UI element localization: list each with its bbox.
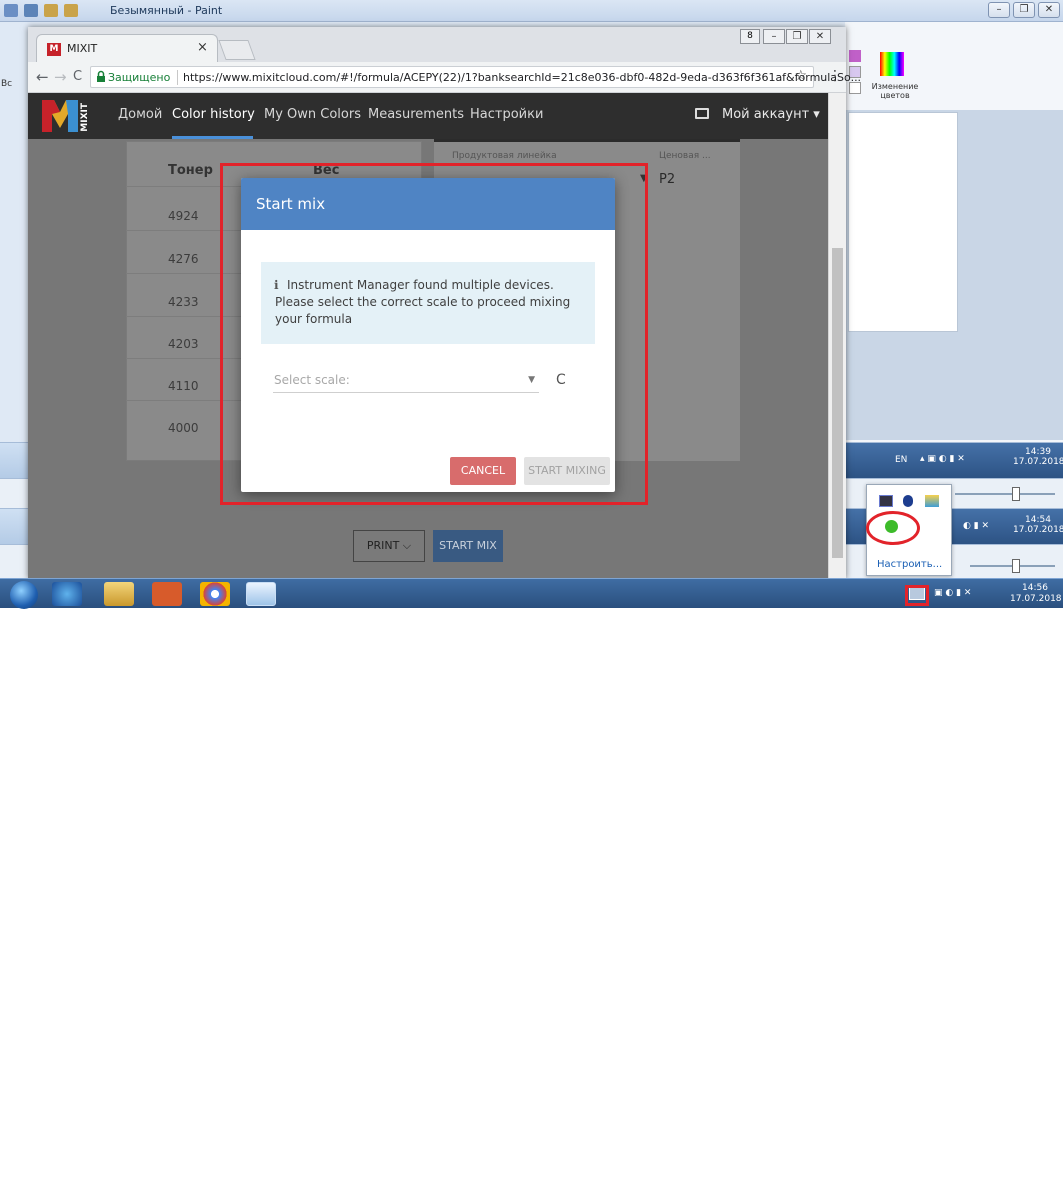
clock-time-1: 14:39 — [1025, 447, 1051, 457]
clock-time-2: 14:54 — [1025, 515, 1051, 525]
table-header-toner: Тонер — [168, 163, 213, 178]
chrome-icon[interactable] — [200, 582, 230, 606]
paint-left-label: Вс — [1, 79, 13, 89]
tray-clock-1[interactable]: 14:39 17.07.2018 — [1013, 447, 1063, 467]
tab-strip: M MIXIT × 8 – ❐ ✕ — [28, 27, 846, 62]
account-menu[interactable]: Мой аккаунт ▾ — [722, 107, 820, 122]
nested-slider-track-1 — [955, 493, 1055, 495]
tray-icons-1[interactable]: ▴ ▣ ◐ ▮ ✕ — [920, 454, 965, 464]
ie-icon[interactable] — [52, 582, 82, 606]
tab-close-icon[interactable]: × — [197, 40, 208, 55]
table-row: 4924 — [168, 209, 199, 223]
tray-lang[interactable]: EN — [883, 1168, 895, 1178]
monitor-icon[interactable] — [695, 108, 709, 119]
scrollbar-thumb[interactable] — [832, 248, 843, 558]
active-nav-indicator — [172, 136, 253, 139]
table-row: 4110 — [168, 379, 199, 393]
logo-text: MIXIT — [80, 103, 90, 132]
price-label: Ценовая ... — [659, 151, 711, 161]
nested-slider-thumb-1[interactable] — [1012, 487, 1020, 501]
table-row: 4276 — [168, 252, 199, 266]
customize-link[interactable]: Настроить... — [877, 559, 942, 570]
omnibox-separator — [177, 70, 178, 85]
nav-my-own-colors[interactable]: My Own Colors — [264, 107, 361, 122]
tray-icons-2[interactable]: ◐ ▮ ✕ — [963, 521, 989, 531]
address-bar[interactable]: Защищено https://www.mixitcloud.com/#!/f… — [90, 66, 861, 88]
nav-color-history[interactable]: Color history — [172, 107, 255, 122]
paint-minimize-button[interactable]: – — [988, 2, 1010, 18]
clock-date-2: 17.07.2018 — [1013, 525, 1063, 535]
tray-clock-3[interactable]: 14:56 17.07.2018 — [1010, 583, 1062, 605]
table-row: 4000 — [168, 421, 199, 435]
bluetooth-icon[interactable] — [903, 495, 913, 507]
table-row: 4233 — [168, 295, 199, 309]
redo-icon[interactable] — [64, 4, 78, 17]
nested-slider-thumb-2[interactable] — [1012, 559, 1020, 573]
reload-icon[interactable]: C — [73, 69, 82, 84]
tab-title: MIXIT — [67, 42, 98, 55]
tab-mixit[interactable]: M MIXIT × — [36, 34, 218, 62]
tray-icons-3[interactable]: ▣ ◐ ▮ ✕ — [934, 588, 971, 598]
annotation-circle — [866, 511, 920, 545]
tray-app-icon-1[interactable] — [879, 495, 893, 507]
lock-icon — [97, 70, 105, 82]
browser-minimize-button[interactable]: – — [763, 29, 785, 44]
tray-clock-2[interactable]: 14:54 17.07.2018 — [1013, 515, 1063, 535]
paint-canvas[interactable] — [848, 112, 958, 332]
clock-date-1: 17.07.2018 — [1013, 457, 1063, 467]
nav-home[interactable]: Домой — [118, 107, 162, 122]
page-scrollbar[interactable] — [828, 93, 846, 579]
details-card-top-border — [434, 139, 740, 142]
browser-toolbar: ← → C Защищено https://www.mixitcloud.co… — [28, 62, 861, 93]
mixit-logo-icon — [42, 100, 78, 132]
nav-measurements[interactable]: Measurements — [368, 107, 464, 122]
paint-taskbar-icon[interactable] — [246, 582, 276, 606]
product-line-label: Продуктовая линейка — [452, 151, 557, 161]
nav-settings[interactable]: Настройки — [470, 107, 543, 122]
clock-time-3: 14:56 — [1022, 583, 1048, 593]
edit-colors-label[interactable]: Изменение цветов — [867, 82, 923, 100]
tray-app-icon-2[interactable] — [925, 495, 939, 507]
browser-restore-button[interactable]: ❐ — [786, 29, 808, 44]
browser-menu-icon[interactable]: ⋮ — [828, 68, 842, 84]
bookmark-star-icon[interactable]: ☆ — [794, 68, 807, 84]
forward-icon[interactable]: → — [54, 68, 67, 86]
paint-restore-button[interactable]: ❐ — [1013, 2, 1035, 18]
annotation-square — [905, 585, 929, 606]
url-text[interactable]: https://www.mixitcloud.com/#!/formula/AC… — [183, 71, 861, 84]
profile-icon[interactable]: 8 — [740, 29, 760, 44]
explorer-icon[interactable] — [104, 582, 134, 606]
undo-icon[interactable] — [44, 4, 58, 17]
browser-close-button[interactable]: ✕ — [809, 29, 831, 44]
site-navbar: MIXIT Домой Color history My Own Colors … — [28, 93, 828, 139]
table-row: 4203 — [168, 337, 199, 351]
secure-label: Защищено — [108, 71, 171, 84]
clock-date-3: 17.07.2018 — [1010, 594, 1062, 604]
back-icon[interactable]: ← — [36, 68, 49, 86]
paint-close-button[interactable]: ✕ — [1038, 2, 1060, 18]
mixit-logo[interactable]: MIXIT — [42, 100, 90, 132]
new-tab-button[interactable] — [218, 40, 256, 60]
price-value[interactable]: P2 — [659, 172, 675, 187]
nested-tray-1: EN ▴ ▣ ◐ ▮ ✕ 14:39 17.07.2018 — [845, 443, 1063, 479]
color-swatch-1[interactable] — [849, 50, 861, 62]
save-icon[interactable] — [24, 4, 38, 17]
start-mix-button[interactable]: START MIX — [433, 530, 503, 562]
paint-app-icon[interactable] — [4, 4, 18, 17]
paint-title: Безымянный - Paint — [110, 4, 223, 17]
paint-title-bar: Безымянный - Paint – ❐ ✕ — [0, 0, 1063, 22]
tray-lang-1[interactable]: EN — [895, 455, 907, 465]
media-player-icon[interactable] — [152, 582, 182, 606]
print-button[interactable]: PRINT ⌵ — [353, 530, 425, 562]
start-button-icon[interactable] — [10, 581, 38, 609]
mixit-favicon-icon: M — [47, 43, 61, 56]
windows-taskbar: EN ▣ ◐ ▮ ✕ 14:56 17.07.2018 — [0, 578, 1063, 1178]
annotation-highlight-box — [220, 163, 648, 505]
edit-colors-icon[interactable] — [880, 52, 904, 76]
